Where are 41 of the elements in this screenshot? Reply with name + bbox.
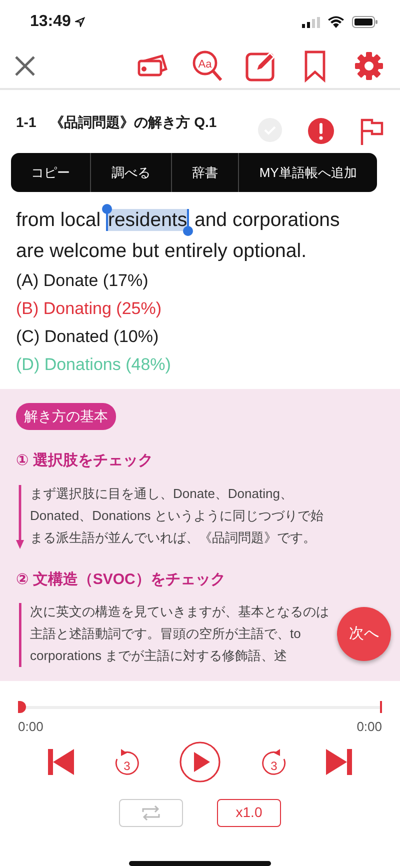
elapsed-time: 0:00 xyxy=(18,718,44,736)
step-heading: ① 選択肢をチェック xyxy=(16,451,154,471)
selection-handle[interactable] xyxy=(183,226,194,236)
passage-line: from local residents and corporations xyxy=(16,205,384,236)
progress-end-mark xyxy=(380,701,382,713)
answer-option[interactable]: (A) Donate (17%) xyxy=(16,267,384,295)
explanation-line: まず選択肢に目を通し、Donate、Donating、 xyxy=(30,484,294,503)
play-icon[interactable] xyxy=(179,740,221,782)
answer-option[interactable]: (B) Donating (25%) xyxy=(16,295,384,323)
explanation-line: まる派生語が並んでいれば、《品詞問題》です。 xyxy=(30,528,317,546)
step-heading: ② 文構造（SVOC）をチェック xyxy=(16,570,226,590)
menu-item[interactable]: 調べる xyxy=(91,153,172,192)
status-time: 13:49 xyxy=(30,12,71,32)
menu-item[interactable]: MY単語帳へ追加 xyxy=(239,153,377,192)
explanation-line: corporations までが主語に対する修飾語、述 xyxy=(30,647,288,665)
skip-next-icon[interactable] xyxy=(326,748,352,774)
battery-icon xyxy=(352,16,378,28)
question-title: 1-1 《品詞問題》の解き方 Q.1 xyxy=(16,113,217,132)
close-button[interactable] xyxy=(14,54,36,78)
repeat-icon xyxy=(140,805,162,822)
skip-previous-icon[interactable] xyxy=(48,748,74,774)
menu-item[interactable]: コピー xyxy=(11,153,92,192)
down-arrow-icon xyxy=(16,482,24,548)
total-time: 0:00 xyxy=(356,718,382,736)
accent-bar xyxy=(16,601,24,667)
explanation-line: 次に英文の構造を見ていきますが、基本となるのは xyxy=(30,603,329,621)
answer-option[interactable]: (C) Donated (10%) xyxy=(16,323,384,351)
alert-icon[interactable] xyxy=(308,118,334,144)
wifi-icon xyxy=(328,16,344,28)
explanation-line: 主語と述語動詞です。冒頭の空所が主語で、to xyxy=(30,625,302,643)
location-icon xyxy=(74,17,85,27)
section-badge: 解き方の基本 xyxy=(16,403,116,430)
explanation-line: Donated、Donations というように同じつづりで始 xyxy=(30,506,324,524)
signal-icon xyxy=(302,16,320,28)
settings-icon[interactable] xyxy=(352,49,386,83)
flag-icon[interactable] xyxy=(360,118,384,146)
progress-thumb[interactable] xyxy=(18,701,26,713)
passage-line: are welcome but entirely optional. xyxy=(16,239,308,264)
menu-item[interactable]: 辞書 xyxy=(172,153,240,192)
next-button[interactable]: 次へ xyxy=(337,607,391,661)
speed-button[interactable]: x1.0 xyxy=(217,798,281,826)
